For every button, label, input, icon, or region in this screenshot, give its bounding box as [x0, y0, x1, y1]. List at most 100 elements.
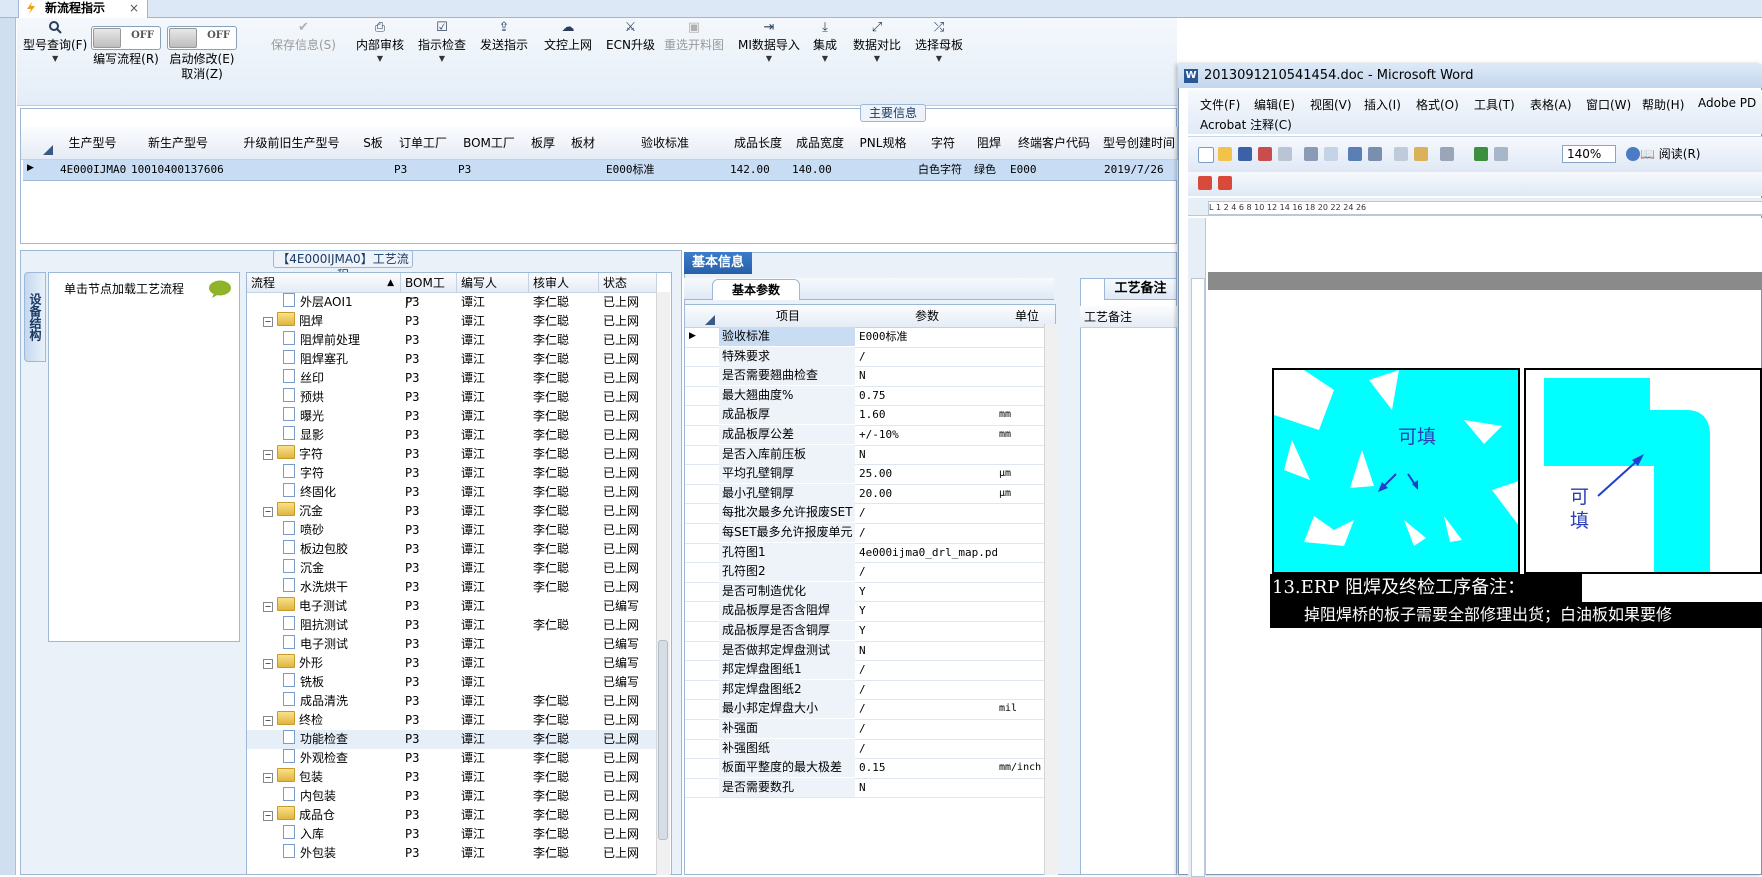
menu-view[interactable]: 视图(V): [1310, 96, 1352, 113]
permission-icon[interactable]: [1258, 147, 1272, 161]
column-header[interactable]: 参数: [857, 305, 998, 328]
menu-window[interactable]: 窗口(W): [1586, 96, 1631, 113]
column-header[interactable]: 状态: [599, 273, 657, 293]
help-icon[interactable]: [1626, 147, 1640, 161]
param-value-cell[interactable]: 20.00: [857, 484, 997, 503]
param-row[interactable]: 是否做邦定焊盘测试 N: [685, 640, 1055, 662]
tree-row[interactable]: 阻焊前处理 P3 谭江 李仁聪 已上网: [247, 331, 657, 350]
param-row[interactable]: 成品板厚公差 +/-10% mm: [685, 425, 1055, 446]
copy-icon[interactable]: [1394, 147, 1408, 161]
tree-row[interactable]: 板边包胶 P3 谭江 李仁聪 已上网: [247, 540, 657, 559]
save-icon[interactable]: [1238, 147, 1252, 161]
hyperlink-icon[interactable]: [1474, 147, 1488, 161]
param-scrollbar[interactable]: [1044, 324, 1058, 875]
column-header[interactable]: 终端客户代码: [1007, 127, 1102, 160]
tab-new-flow-instruction[interactable]: 新流程指示 ×: [18, 0, 148, 18]
chevron-down-icon[interactable]: ▼: [915, 53, 963, 65]
column-header[interactable]: BOM工厂: [455, 127, 524, 160]
column-header[interactable]: 型号创建时间: [1101, 127, 1178, 160]
tree-row[interactable]: − 终检 P3 谭江 李仁聪 已上网: [247, 711, 657, 730]
tree-row[interactable]: 曝光 P3 谭江 李仁聪 已上网: [247, 407, 657, 426]
vertical-ruler[interactable]: [1188, 218, 1206, 877]
integrate-button[interactable]: ⤓ 集成 ▼: [813, 20, 837, 65]
param-value-cell[interactable]: N: [857, 641, 997, 660]
new-doc-icon[interactable]: [1198, 147, 1214, 163]
column-header[interactable]: 编写人: [457, 273, 529, 293]
param-row[interactable]: 补强图纸 /: [685, 738, 1055, 760]
toggle-switch[interactable]: OFF: [167, 26, 237, 50]
param-row[interactable]: 邦定焊盘图纸1/: [685, 660, 1055, 681]
tab-craft-notes[interactable]: 工艺备注: [1104, 278, 1177, 300]
column-header[interactable]: 板厚: [523, 127, 564, 160]
collapse-icon[interactable]: −: [263, 811, 273, 821]
param-value-cell[interactable]: /: [857, 739, 997, 758]
chevron-down-icon[interactable]: ▼: [418, 53, 466, 65]
param-value-cell[interactable]: 0.75: [857, 386, 997, 405]
chevron-down-icon[interactable]: ▼: [853, 53, 901, 65]
tree-row[interactable]: − 包装 P3 谭江 李仁聪 已上网: [247, 768, 657, 787]
param-value-cell[interactable]: /: [857, 347, 997, 366]
param-value-cell[interactable]: Y: [857, 601, 997, 620]
param-row[interactable]: 成品板厚是否含铜厚 Y: [685, 621, 1055, 642]
collapse-icon[interactable]: −: [263, 507, 273, 517]
param-value-cell[interactable]: /: [857, 699, 997, 718]
tree-scrollbar-thumb[interactable]: [658, 640, 668, 840]
tree-row[interactable]: − 沉金 P3 谭江 李仁聪 已上网: [247, 502, 657, 521]
tree-row[interactable]: 入库 P3 谭江 李仁聪 已上网: [247, 825, 657, 844]
param-value-cell[interactable]: Y: [857, 621, 997, 640]
chevron-down-icon[interactable]: ▼: [738, 53, 800, 65]
param-row[interactable]: 最大翘曲度% 0.75: [685, 385, 1055, 407]
menu-format[interactable]: 格式(O): [1416, 96, 1459, 113]
column-header[interactable]: 成品长度: [727, 127, 790, 160]
tree-row[interactable]: 外包装 P3 谭江 李仁聪 已上网: [247, 844, 657, 863]
undo-icon[interactable]: [1440, 147, 1454, 161]
param-value-cell[interactable]: 4e000ijma0_drl_map.pdf: [857, 543, 997, 562]
tree-row[interactable]: 喷砂 P3 谭江 李仁聪 已上网: [247, 521, 657, 540]
collapse-icon[interactable]: −: [263, 450, 273, 460]
tree-row[interactable]: 阻抗测试 P3 谭江 李仁聪 已上网: [247, 616, 657, 635]
param-row[interactable]: 特殊要求 /: [685, 346, 1055, 368]
menu-file[interactable]: 文件(F): [1200, 96, 1240, 113]
ecn-upgrade-button[interactable]: ⚔ ECN升级: [606, 20, 655, 53]
open-folder-icon[interactable]: [1218, 147, 1232, 161]
write-flow-toggle[interactable]: OFF 编写流程(R): [91, 20, 161, 67]
tree-row[interactable]: 铣板 P3 谭江 已编写: [247, 673, 657, 692]
mi-data-import-button[interactable]: ⇥ MI数据导入 ▼: [738, 20, 800, 65]
param-row[interactable]: 最小孔壁铜厚 20.00 μm: [685, 483, 1055, 505]
chevron-down-icon[interactable]: ▼: [23, 53, 87, 65]
column-header[interactable]: 流程 ▲: [247, 273, 401, 293]
spelling-icon[interactable]: [1348, 147, 1362, 161]
column-header[interactable]: 生产型号: [57, 127, 129, 160]
tree-row[interactable]: − 外形 P3 谭江 已编写: [247, 654, 657, 673]
param-row[interactable]: 平均孔壁铜厚 25.00 μm: [685, 464, 1055, 485]
param-value-cell[interactable]: /: [857, 680, 997, 699]
tree-row[interactable]: 外观检查 P3 谭江 李仁聪 已上网: [247, 749, 657, 768]
param-row[interactable]: 成品板厚 1.60 mm: [685, 405, 1055, 426]
param-row[interactable]: 每SET最多允许报废单元 /: [685, 523, 1055, 544]
doc-paragraph[interactable]: 掉阻焊桥的板子需要全部修理出货；白油板如果要修: [1270, 602, 1762, 628]
param-row[interactable]: 补强面 /: [685, 719, 1055, 740]
research-icon[interactable]: [1368, 147, 1382, 161]
param-row[interactable]: 是否可制造优化 Y: [685, 581, 1055, 603]
param-row[interactable]: 成品板厚是否含阻焊 Y: [685, 601, 1055, 622]
paste-icon[interactable]: [1414, 147, 1428, 161]
tab-basic-params[interactable]: 基本参数: [712, 279, 800, 300]
column-header[interactable]: 工艺备注: [1080, 306, 1177, 328]
doc-heading-erp-notes[interactable]: 13.ERP 阻焊及终检工序备注：: [1270, 574, 1762, 602]
column-header[interactable]: 验收标准: [603, 127, 728, 160]
data-compare-button[interactable]: ⤢ 数据对比 ▼: [853, 20, 901, 65]
collapse-icon[interactable]: −: [263, 716, 273, 726]
print-icon[interactable]: [1304, 147, 1318, 161]
model-search-button[interactable]: 型号查询(F) ▼: [23, 20, 87, 65]
param-value-cell[interactable]: Y: [857, 582, 997, 601]
collapse-icon[interactable]: −: [263, 602, 273, 612]
tab-close-icon[interactable]: ×: [129, 0, 139, 17]
param-row[interactable]: 最小邦定焊盘大小 / mil: [685, 699, 1055, 720]
menu-tools[interactable]: 工具(T): [1474, 96, 1515, 113]
param-row[interactable]: 每批次最多允许报废SET /: [685, 503, 1055, 524]
instruction-check-button[interactable]: ☑ 指示检查 ▼: [418, 20, 466, 65]
print-preview-icon[interactable]: [1324, 147, 1338, 161]
side-tab-equipment-structure[interactable]: 设备结构: [24, 272, 46, 362]
param-value-cell[interactable]: 25.00: [857, 464, 997, 483]
menu-insert[interactable]: 插入(I): [1364, 96, 1401, 113]
